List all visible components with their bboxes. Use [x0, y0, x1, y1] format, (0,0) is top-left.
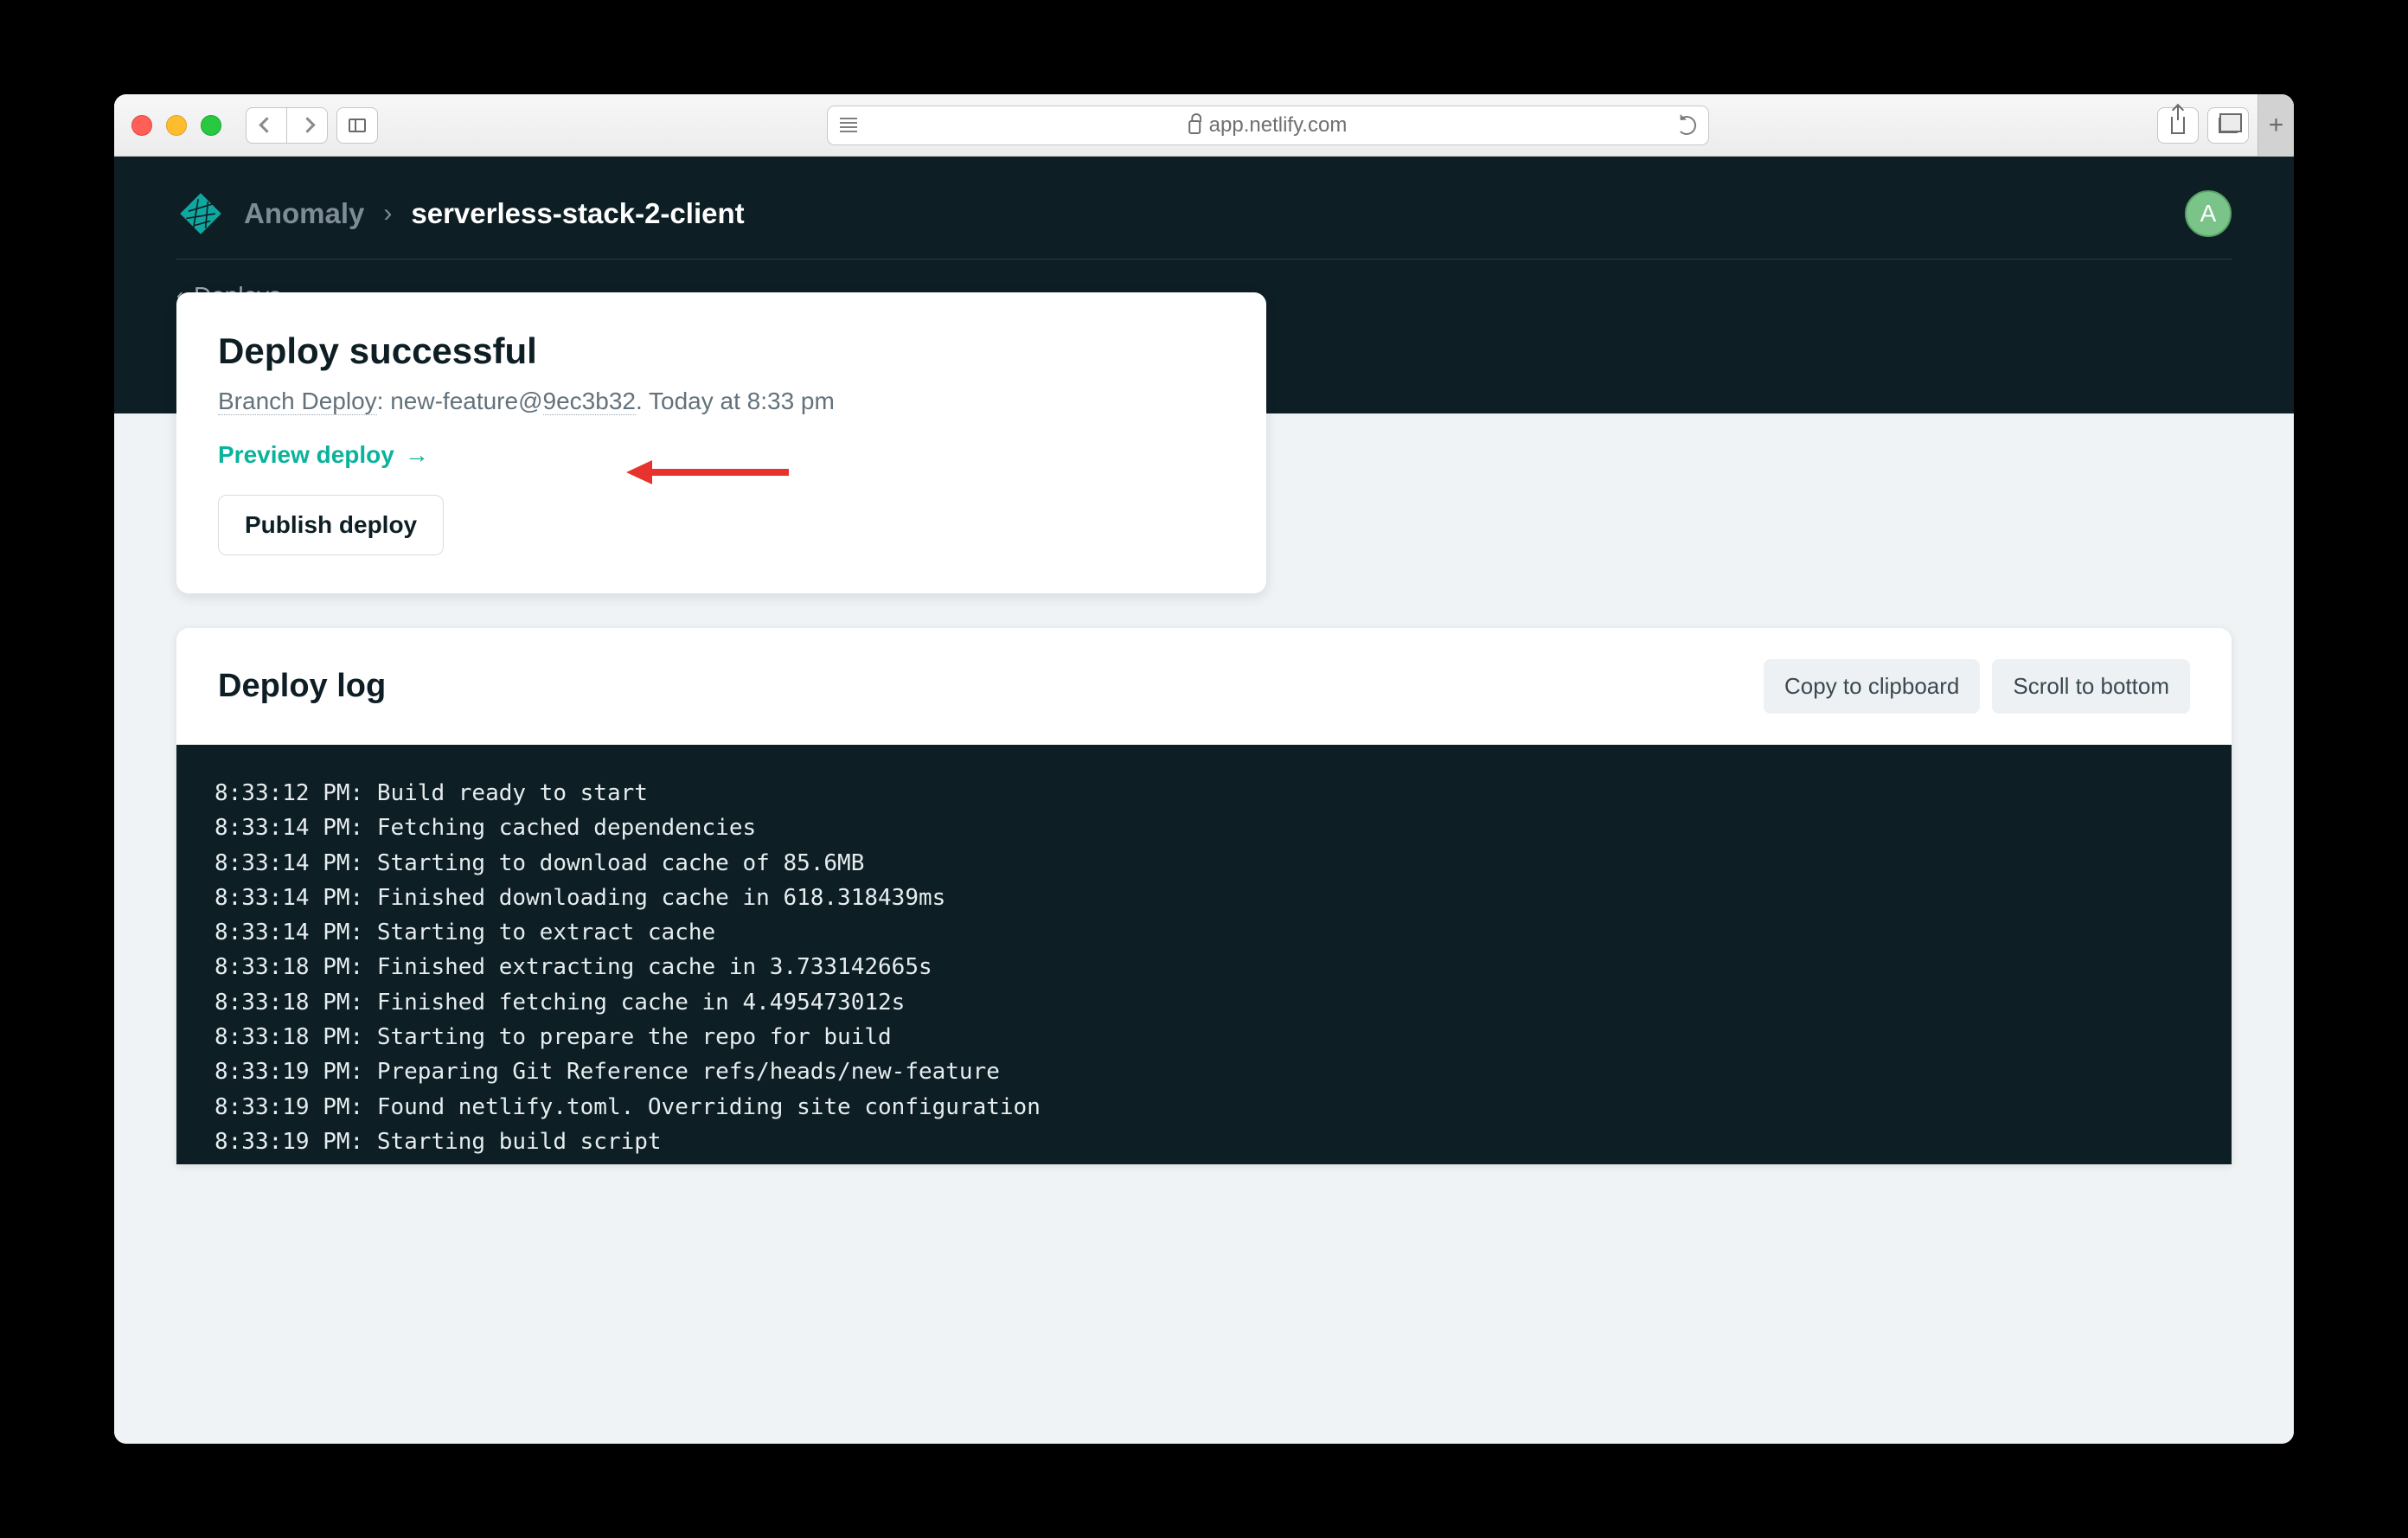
plus-icon: +: [2269, 111, 2284, 140]
sidebar-icon: [349, 119, 366, 132]
deploy-log-card: Deploy log Copy to clipboard Scroll to b…: [176, 628, 2232, 1164]
deploy-status-heading: Deploy successful: [218, 330, 1225, 372]
browser-toolbar: app.netlify.com +: [114, 94, 2294, 157]
minimize-window-button[interactable]: [166, 115, 187, 136]
address-bar[interactable]: app.netlify.com: [827, 106, 1709, 145]
zoom-window-button[interactable]: [201, 115, 221, 136]
tabs-button[interactable]: [2207, 107, 2249, 144]
deploy-meta: Branch Deploy: new-feature@9ec3b32. Toda…: [218, 388, 1225, 415]
preview-deploy-label: Preview deploy: [218, 441, 394, 469]
netlify-logo-icon[interactable]: [176, 189, 225, 238]
annotation-arrow-icon: [626, 455, 791, 490]
sidebar-toggle-button[interactable]: [336, 107, 378, 144]
share-button[interactable]: [2157, 107, 2199, 144]
breadcrumb-team[interactable]: Anomaly: [244, 197, 364, 230]
deploy-type-label[interactable]: Branch Deploy: [218, 388, 377, 415]
share-icon: [2171, 117, 2185, 134]
traffic-lights: [131, 115, 221, 136]
avatar[interactable]: A: [2185, 190, 2232, 237]
arrow-right-icon: →: [405, 441, 429, 469]
url-host: app.netlify.com: [1209, 113, 1348, 138]
deploy-time: . Today at 8:33 pm: [636, 388, 835, 414]
back-button[interactable]: [246, 107, 287, 144]
deploy-commit-hash[interactable]: 9ec3b32: [543, 388, 636, 415]
new-tab-button[interactable]: +: [2258, 94, 2294, 157]
breadcrumb-site[interactable]: serverless-stack-2-client: [411, 197, 744, 230]
breadcrumb: Anomaly › serverless-stack-2-client A: [176, 157, 2232, 260]
preview-deploy-link[interactable]: Preview deploy →: [218, 441, 429, 469]
forward-button[interactable]: [286, 107, 328, 144]
browser-window: app.netlify.com + Anomaly: [114, 94, 2294, 1444]
avatar-letter: A: [2200, 200, 2217, 227]
tabs-icon: [2219, 118, 2238, 133]
deploy-branch: new-feature: [390, 388, 518, 414]
deploy-log-output[interactable]: 8:33:12 PM: Build ready to start 8:33:14…: [176, 745, 2232, 1164]
reader-icon[interactable]: [840, 118, 857, 132]
deploy-log-header: Deploy log Copy to clipboard Scroll to b…: [176, 628, 2232, 745]
copy-to-clipboard-button[interactable]: Copy to clipboard: [1764, 659, 1980, 714]
page-content: Anomaly › serverless-stack-2-client A ‹ …: [114, 157, 2294, 1444]
deploy-summary-card: Deploy successful Branch Deploy: new-fea…: [176, 292, 1266, 593]
close-window-button[interactable]: [131, 115, 152, 136]
publish-deploy-button[interactable]: Publish deploy: [218, 495, 444, 555]
reload-icon[interactable]: [1677, 116, 1696, 135]
deploy-log-title: Deploy log: [218, 668, 386, 705]
scroll-to-bottom-button[interactable]: Scroll to bottom: [1992, 659, 2190, 714]
chevron-right-icon: ›: [383, 199, 392, 228]
lock-icon: [1188, 120, 1201, 134]
